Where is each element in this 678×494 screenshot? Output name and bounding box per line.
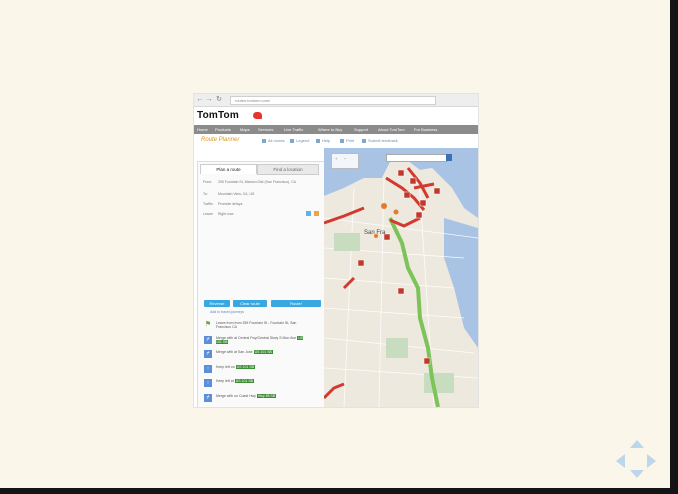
all-routes-link[interactable]: All routes [262,138,285,143]
all-routes-label: All routes [268,138,285,143]
direction-instruction: Merge with on Coast Hwy [216,393,256,398]
direction-step-text: Merge with on Coast Hwy Hwy 85 SB [216,393,308,398]
direction-step[interactable]: ↱ Merge with at Central Fwy/Central Skwy … [204,334,322,346]
route-planner-header: Route Planner All routes Legend Help Pri… [194,134,478,148]
legend-label: Legend [296,138,310,143]
direction-step[interactable]: ⇗Exit right on to Central Expressway 85 [204,406,322,407]
help-label: Help [322,138,331,143]
straight-icon: ↑ [204,379,212,387]
map-search-button[interactable] [446,154,452,161]
leave-select[interactable]: Right now [218,211,313,217]
nav-up-icon[interactable] [630,440,644,448]
direction-instruction: Leave from from 255 Fountain St - Founta… [216,321,297,330]
menu-item-business[interactable]: For Business [414,126,437,133]
direction-step-text: Leave from from 255 Fountain St - Founta… [216,321,308,329]
direction-step-text: Merge with at San Jose US 101 SB [216,350,308,354]
tomtom-logo[interactable]: TomTom [197,110,239,121]
screen-bottom-edge [0,488,678,494]
menu-item-live-traffic[interactable]: Live Traffic [284,126,303,133]
direction-step-text: Merge with at Central Fwy/Central Skwy S… [216,335,308,344]
direction-step[interactable]: ↱ Merge with at San Jose US 101 SB [204,348,322,360]
map-zoom-control[interactable]: + − [331,153,359,169]
direction-instruction: Keep left on [216,364,235,369]
forward-icon[interactable]: → [205,96,213,104]
direction-instruction: Merge with at San Jose [216,350,253,354]
browser-toolbar: ← → ↻ routes.tomtom.com/ [194,94,478,107]
routes-icon [262,138,266,143]
print-icon [340,138,344,143]
zoom-out-icon[interactable]: − [344,156,346,161]
route-panel: Plan a route Find a location From: 255 F… [197,161,326,407]
slide-navigation [612,440,662,484]
add-journey-link[interactable]: Add to travel journeys [210,310,244,314]
direction-step[interactable]: ↱ Merge with on Coast Hwy Hwy 85 SB [204,392,322,404]
straight-icon: ↑ [204,364,212,373]
reload-icon[interactable]: ↻ [215,96,223,104]
menu-item-maps[interactable]: Maps [240,126,250,133]
back-icon[interactable]: ← [196,96,204,104]
menu-item-where-to-buy[interactable]: Where to Buy [318,126,342,133]
direction-step[interactable]: ↑ Keep left on US 101 SB [204,363,322,375]
from-input[interactable]: 255 Fountain St, Mission Dist (San Franc… [218,179,313,185]
route-button[interactable]: Route! [271,300,321,307]
map-city-label: San Fra [364,230,386,236]
help-icon [316,138,320,143]
direction-step[interactable]: ↑ Keep left at US 101 SB [204,377,322,389]
legend-icon [290,138,294,143]
feedback-icon [362,138,366,143]
menu-item-about[interactable]: About TomTom [378,126,405,133]
to-input[interactable]: Mountain View, CA, US [218,191,313,197]
tab-find-location[interactable]: Find a location [257,164,319,175]
site-header: TomTom [194,107,478,124]
legend-link[interactable]: Legend [290,138,309,143]
zoom-in-icon[interactable]: + [335,156,337,161]
screen-right-edge [670,0,678,494]
menu-item-home[interactable]: Home [197,126,208,133]
print-link[interactable]: Print [340,138,354,143]
menu-item-support[interactable]: Support [354,126,368,133]
settings-icon[interactable] [314,211,319,216]
nav-left-icon[interactable] [616,454,625,468]
road-shield: Hwy 85 SB [256,393,277,398]
road-shield: US 101 SB [253,350,273,354]
road-shield: US 101 SB [235,364,255,369]
leave-label: Leave: [203,212,214,216]
flag-icon: ⚑ [204,321,212,328]
from-label: From: [203,180,213,184]
options-icon[interactable] [306,211,311,216]
address-bar[interactable]: routes.tomtom.com/ [230,96,436,105]
help-link[interactable]: Help [316,138,330,143]
screenshot-frame: ← → ↻ routes.tomtom.com/ TomTom Home Pro… [193,93,479,408]
to-label: To: [203,192,208,196]
traffic-label: Traffic: [203,202,214,206]
reverse-button[interactable]: Reverse [204,300,230,307]
feedback-link[interactable]: Submit feedback [362,138,398,143]
print-label: Print [346,138,355,143]
feedback-label: Submit feedback [368,138,398,143]
tomtom-logo-mark-icon [253,112,262,119]
map-view[interactable]: San Fra + − [324,148,478,407]
direction-step-text: Keep left at US 101 SB [216,379,308,383]
page-title: Route Planner [201,137,240,143]
map-canvas: San Fra [324,148,478,407]
direction-step[interactable]: ⚑ Leave from from 255 Fountain St - Fount… [204,319,322,331]
tab-plan-route[interactable]: Plan a route [200,164,257,174]
nav-down-icon[interactable] [630,470,644,478]
direction-step-text: Keep left on US 101 SB [216,364,308,369]
turn-icon: ↱ [204,350,212,358]
main-menu: Home Products Maps Services Live Traffic… [194,125,478,134]
map-search-input[interactable] [386,154,448,162]
traffic-select[interactable]: Promote delays [218,201,313,207]
turn-icon: ↱ [204,335,212,344]
direction-instruction: Merge with at Central Fwy/Central Skwy S… [216,335,297,340]
menu-item-products[interactable]: Products [215,126,231,133]
road-shield: US 101 SB [234,379,255,383]
clear-route-button[interactable]: Clear route [233,300,267,307]
turn-icon: ↱ [204,393,212,402]
menu-item-services[interactable]: Services [258,126,273,133]
nav-right-icon[interactable] [647,454,656,468]
direction-instruction: Keep left at [216,379,234,383]
